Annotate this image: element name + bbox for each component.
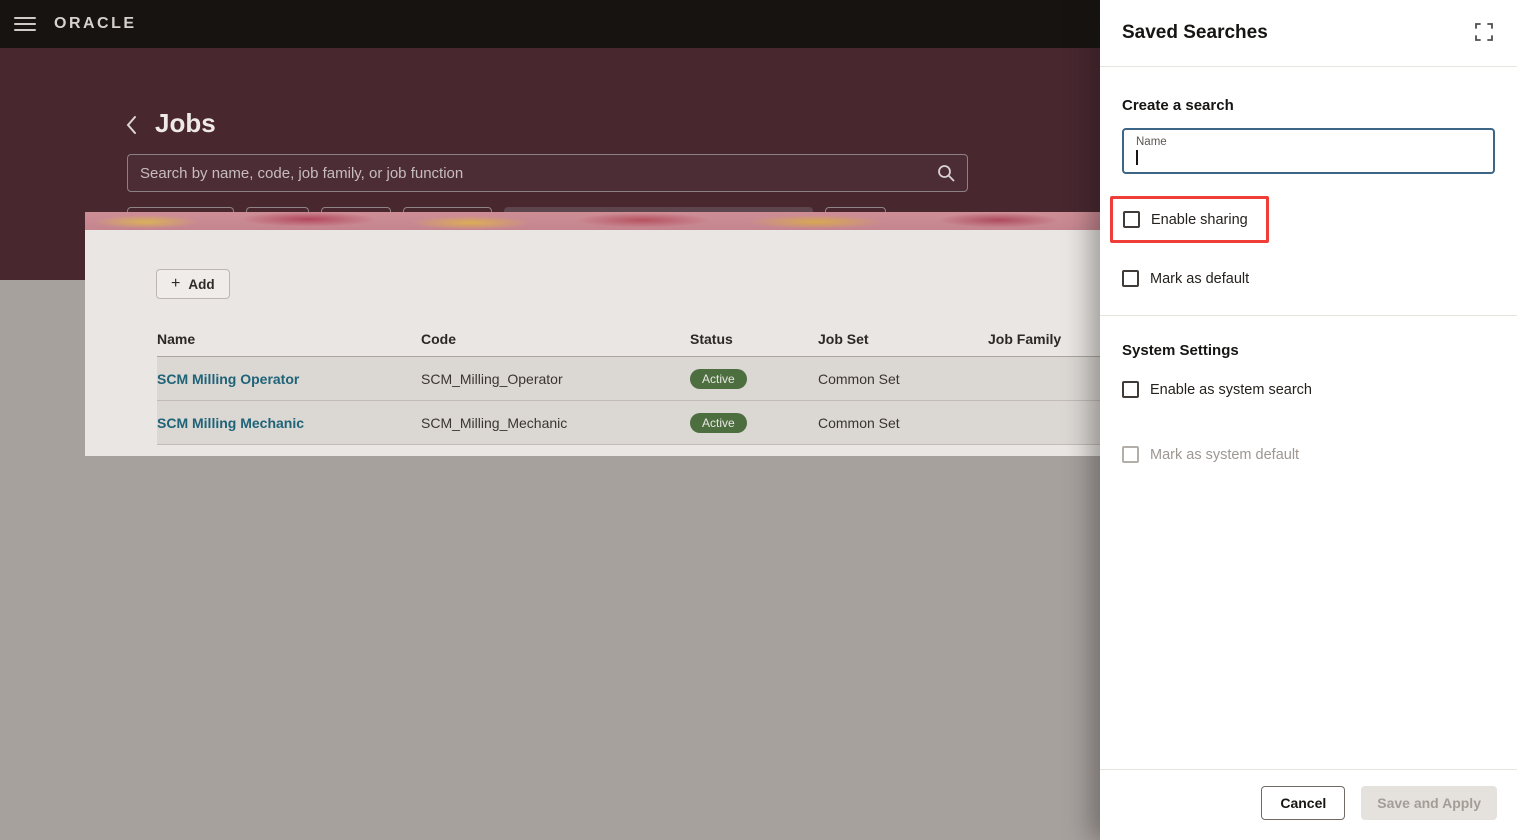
back-chevron-icon[interactable]	[123, 114, 141, 136]
add-button[interactable]: + Add	[156, 269, 230, 299]
mark-default-checkbox[interactable]: Mark as default	[1122, 270, 1495, 287]
mark-default-label: Mark as default	[1150, 271, 1249, 287]
panel-title: Saved Searches	[1122, 22, 1268, 44]
job-name-link[interactable]: SCM Milling Mechanic	[157, 415, 421, 431]
enable-sharing-label: Enable sharing	[1151, 212, 1248, 228]
panel-footer: Cancel Save and Apply	[1100, 769, 1517, 840]
panel-header: Saved Searches	[1100, 0, 1517, 67]
table-header-row: Name Code Status Job Set Job Family	[157, 321, 1100, 357]
text-caret	[1136, 150, 1138, 165]
enable-system-search-label: Enable as system search	[1150, 382, 1312, 398]
mark-system-default-label: Mark as system default	[1150, 447, 1299, 463]
job-code: SCM_Milling_Mechanic	[421, 415, 690, 431]
table-row[interactable]: SCM Milling Mechanic SCM_Milling_Mechani…	[157, 401, 1100, 445]
jobs-table: Name Code Status Job Set Job Family SCM …	[85, 321, 1100, 445]
system-settings-heading: System Settings	[1122, 342, 1495, 359]
search-icon[interactable]	[937, 164, 955, 182]
job-set: Common Set	[818, 371, 988, 387]
job-code: SCM_Milling_Operator	[421, 371, 690, 387]
hamburger-menu-icon[interactable]	[14, 17, 36, 31]
saved-searches-panel: Saved Searches Create a search Name Enab…	[1100, 0, 1517, 840]
column-header-status[interactable]: Status	[690, 331, 818, 347]
table-row[interactable]: SCM Milling Operator SCM_Milling_Operato…	[157, 357, 1100, 401]
column-header-code[interactable]: Code	[421, 331, 690, 347]
search-input[interactable]	[140, 165, 937, 182]
jobs-page: ORACLE Jobs Effective Date Status Job Se…	[0, 0, 1100, 840]
job-set: Common Set	[818, 415, 988, 431]
checkbox-icon[interactable]	[1123, 211, 1140, 228]
checkbox-icon[interactable]	[1122, 270, 1139, 287]
save-and-apply-button[interactable]: Save and Apply	[1361, 786, 1497, 820]
checkbox-icon	[1122, 446, 1139, 463]
column-header-name[interactable]: Name	[157, 331, 421, 347]
top-navigation-bar: ORACLE	[0, 0, 1100, 48]
name-field[interactable]: Name	[1122, 128, 1495, 174]
name-field-label: Name	[1136, 136, 1481, 148]
column-header-job-set[interactable]: Job Set	[818, 331, 988, 347]
checkbox-icon[interactable]	[1122, 381, 1139, 398]
column-header-job-family[interactable]: Job Family	[988, 331, 1100, 347]
expand-icon[interactable]	[1473, 22, 1495, 44]
status-badge: Active	[690, 413, 747, 433]
enable-system-search-checkbox[interactable]: Enable as system search	[1122, 381, 1495, 398]
panel-body: Create a search Name Enable sharing Mark…	[1100, 97, 1517, 463]
page-title: Jobs	[155, 108, 216, 139]
job-name-link[interactable]: SCM Milling Operator	[157, 371, 421, 387]
mark-system-default-checkbox: Mark as system default	[1122, 446, 1495, 463]
section-divider	[1100, 315, 1517, 316]
cancel-button[interactable]: Cancel	[1261, 786, 1345, 820]
create-search-heading: Create a search	[1122, 97, 1495, 114]
plus-icon: +	[171, 276, 180, 292]
decorative-banner	[85, 212, 1100, 230]
oracle-logo: ORACLE	[54, 15, 137, 33]
search-bar	[127, 154, 968, 192]
enable-sharing-checkbox[interactable]: Enable sharing	[1123, 211, 1248, 228]
jobs-list-card: + Add Name Code Status Job Set Job Famil…	[85, 212, 1100, 456]
enable-sharing-highlight: Enable sharing	[1110, 196, 1269, 243]
status-badge: Active	[690, 369, 747, 389]
